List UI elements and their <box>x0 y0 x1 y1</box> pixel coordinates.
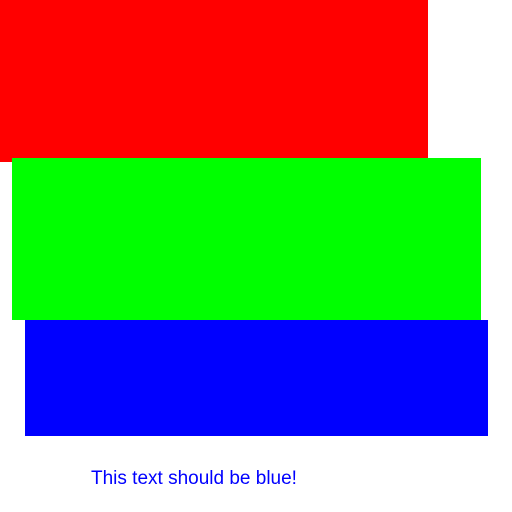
green-block <box>12 158 481 320</box>
blue-block <box>25 320 488 436</box>
caption-text: This text should be blue! <box>91 468 297 489</box>
red-block <box>0 0 428 162</box>
canvas: This text should be blue! <box>0 0 512 512</box>
